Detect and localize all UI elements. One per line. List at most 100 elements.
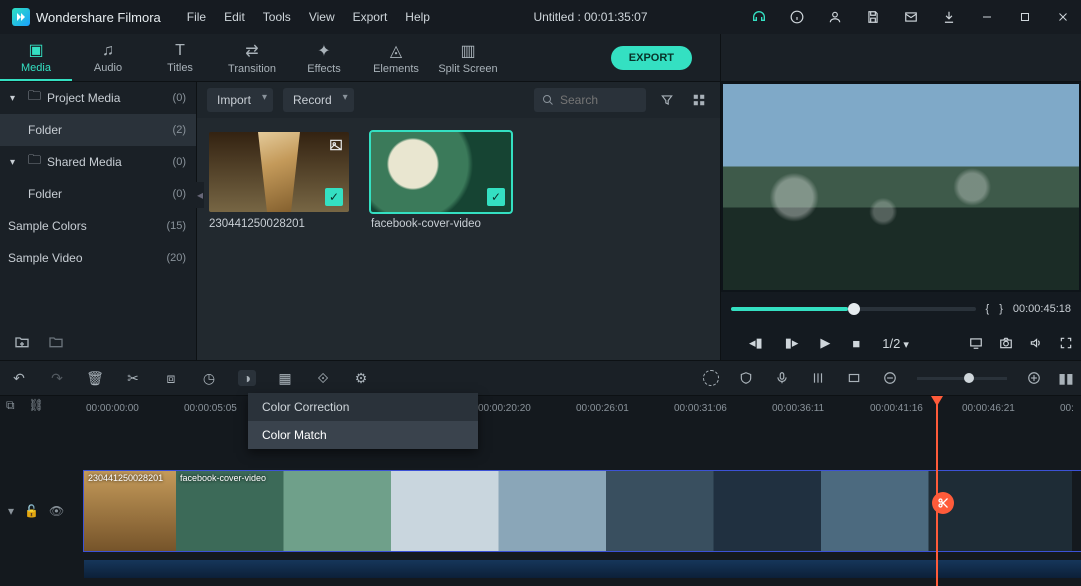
menu-view[interactable]: View <box>309 10 335 24</box>
menu-edit[interactable]: Edit <box>224 10 245 24</box>
redo-icon[interactable]: ↷ <box>48 370 66 387</box>
mark-out-icon[interactable]: } <box>999 303 1003 315</box>
info-icon[interactable] <box>789 9 805 25</box>
timeline-link-icon[interactable]: ⛓ <box>29 398 44 413</box>
close-icon[interactable] <box>1055 9 1071 25</box>
preview-viewport[interactable] <box>723 84 1079 290</box>
sidebar-item-project-media[interactable]: ▾ 🗀 Project Media (0) <box>0 82 196 114</box>
cut-icon[interactable]: ✂ <box>124 370 142 387</box>
folder-icon: 🗀 <box>28 151 41 173</box>
download-icon[interactable] <box>941 9 957 25</box>
playback-speed[interactable]: 1/2 ▾ <box>882 336 909 351</box>
scissors-icon[interactable] <box>932 492 954 514</box>
delete-icon[interactable]: 🗑 <box>86 370 104 387</box>
fullscreen-icon[interactable] <box>1059 336 1073 350</box>
play-icon[interactable]: ▶ <box>820 335 830 351</box>
prev-frame-icon[interactable]: ◂▮ <box>749 335 763 351</box>
preview-scrubber[interactable] <box>731 307 976 311</box>
mark-in-icon[interactable]: { <box>986 303 990 315</box>
mail-icon[interactable] <box>903 9 919 25</box>
display-icon[interactable] <box>969 336 983 350</box>
voiceover-icon[interactable] <box>773 371 791 385</box>
zoom-in-icon[interactable] <box>1025 371 1043 385</box>
tab-effects[interactable]: ✦Effects <box>288 34 360 81</box>
search-box[interactable] <box>534 88 646 112</box>
timeline-media-icon[interactable]: ⧉ <box>6 398 15 413</box>
image-type-icon <box>329 138 343 152</box>
sidebar-item-folder[interactable]: Folder (2) <box>0 114 196 146</box>
timeline[interactable]: ⧉ ⛓ 00:00:00:00 00:00:05:05 00:00:20:20 … <box>0 396 1081 586</box>
tab-audio[interactable]: ♫Audio <box>72 34 144 81</box>
ruler-tick: 00:00:36:11 <box>772 403 824 414</box>
maximize-icon[interactable] <box>1017 9 1033 25</box>
menu-export[interactable]: Export <box>353 10 388 24</box>
next-frame-icon[interactable]: ▮▸ <box>785 335 799 351</box>
audio-mixer-icon[interactable] <box>809 371 827 385</box>
lock-icon[interactable]: 🔓 <box>24 504 39 518</box>
minimize-icon[interactable] <box>979 9 995 25</box>
media-item[interactable]: ✓ 230441250028201 <box>209 132 349 346</box>
tab-split-screen[interactable]: ▥Split Screen <box>432 34 504 81</box>
delete-folder-icon[interactable] <box>48 334 64 350</box>
new-folder-icon[interactable] <box>14 334 30 350</box>
tab-transition[interactable]: ⇄Transition <box>216 34 288 81</box>
collapse-handle[interactable]: ◂ <box>196 182 204 208</box>
export-button[interactable]: EXPORT <box>611 46 692 70</box>
tab-titles[interactable]: TTitles <box>144 34 216 81</box>
audio-track[interactable] <box>84 560 1081 578</box>
menu-item-color-match[interactable]: Color Match <box>248 421 478 449</box>
video-track-header[interactable]: ▾ 🔓 👁 <box>0 504 84 518</box>
stop-icon[interactable]: ■ <box>852 336 860 351</box>
speed-icon[interactable]: ◷ <box>200 370 218 387</box>
zoom-slider[interactable] <box>917 377 1007 380</box>
app-logo-icon <box>12 8 30 26</box>
visibility-icon[interactable]: 👁 <box>49 504 64 518</box>
marker-shield-icon[interactable] <box>737 371 755 385</box>
media-panel: Import Record ✓ 230441250028201 ✓ <box>197 82 721 360</box>
render-icon[interactable] <box>703 370 719 386</box>
adjust-icon[interactable]: ⚙ <box>352 370 370 387</box>
media-thumbnail[interactable]: ✓ <box>371 132 511 212</box>
support-icon[interactable] <box>751 9 767 25</box>
import-dropdown[interactable]: Import <box>207 88 273 112</box>
menu-tools[interactable]: Tools <box>263 10 291 24</box>
track-toggle-icon[interactable]: ▾ <box>8 504 14 518</box>
sidebar-item-sample-colors[interactable]: Sample Colors (15) <box>0 210 196 242</box>
ruler-tick: 00:00:05:05 <box>184 403 237 414</box>
volume-icon[interactable] <box>1029 336 1043 350</box>
ruler-tick: 00: <box>1060 403 1074 414</box>
green-screen-icon[interactable]: ▦ <box>276 370 294 387</box>
ruler-tick: 00:00:31:06 <box>674 403 727 414</box>
snapshot-icon[interactable] <box>999 336 1013 350</box>
check-icon: ✓ <box>325 188 343 206</box>
playhead[interactable] <box>936 396 938 586</box>
menu-file[interactable]: File <box>187 10 206 24</box>
grid-view-icon[interactable] <box>688 89 710 111</box>
save-icon[interactable] <box>865 9 881 25</box>
sidebar-item-shared-folder[interactable]: Folder (0) <box>0 178 196 210</box>
zoom-fit-icon[interactable]: ▮▮ <box>1061 370 1071 387</box>
color-icon[interactable]: ◑ <box>238 370 256 386</box>
video-track[interactable]: 230441250028201 facebook-cover-video <box>84 471 1081 551</box>
sidebar-item-shared-media[interactable]: ▾ 🗀 Shared Media (0) <box>0 146 196 178</box>
title-bar: Wondershare Filmora File Edit Tools View… <box>0 0 1081 34</box>
motion-tracking-icon[interactable]: ⟐ <box>314 370 332 387</box>
undo-icon[interactable]: ↶ <box>10 370 28 387</box>
media-thumbnail[interactable]: ✓ <box>209 132 349 212</box>
chevron-down-icon: ▾ <box>10 157 22 168</box>
filter-icon[interactable] <box>656 89 678 111</box>
record-dropdown[interactable]: Record <box>283 88 354 112</box>
crop-icon[interactable]: ⧈ <box>162 370 180 387</box>
aspect-ratio-icon[interactable] <box>845 371 863 385</box>
menu-help[interactable]: Help <box>405 10 430 24</box>
account-icon[interactable] <box>827 9 843 25</box>
sidebar-item-sample-video[interactable]: Sample Video (20) <box>0 242 196 274</box>
timeline-clip[interactable]: 230441250028201 <box>84 471 176 551</box>
tab-elements[interactable]: ◬Elements <box>360 34 432 81</box>
tab-media[interactable]: ▣Media <box>0 34 72 81</box>
timeline-ruler[interactable]: 00:00:00:00 00:00:05:05 00:00:20:20 00:0… <box>62 396 1081 420</box>
zoom-out-icon[interactable] <box>881 371 899 385</box>
menu-item-color-correction[interactable]: Color Correction <box>248 393 478 421</box>
media-item[interactable]: ✓ facebook-cover-video <box>371 132 511 346</box>
search-input[interactable] <box>560 93 630 107</box>
